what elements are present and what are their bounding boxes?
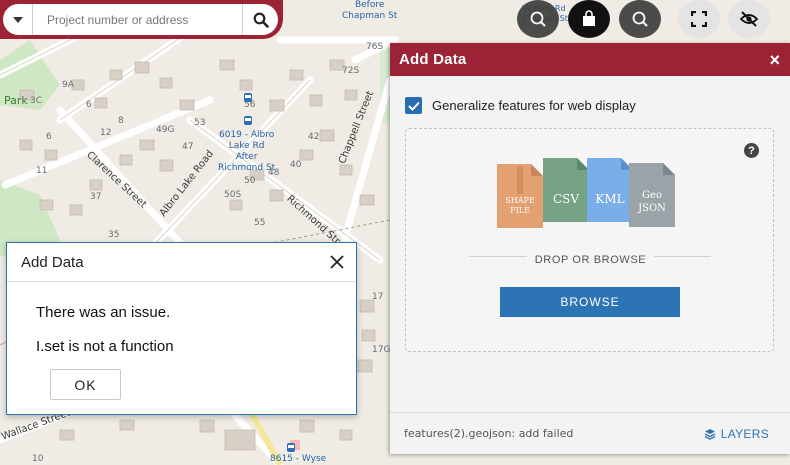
map-number: 49G	[156, 125, 175, 135]
map-number: 6	[46, 132, 52, 142]
kml-label: KML	[595, 192, 625, 206]
map-label-bus-stop-wyse: 8615 - Wyse	[270, 454, 327, 464]
map-number: 11	[36, 166, 48, 176]
chevron-down-icon	[12, 16, 23, 23]
search-bar	[0, 0, 283, 39]
dialog-title: Add Data	[21, 253, 84, 271]
panel-title: Add Data	[399, 51, 467, 68]
map-number: 6	[86, 100, 92, 110]
kml-file-icon: KML	[587, 158, 633, 222]
map-label-bus-stop-albro: 6019 - Albro Lake Rd After Richmond St	[218, 130, 276, 173]
zoom-in-icon	[530, 11, 546, 27]
drop-text: DROP OR BROWSE	[406, 250, 775, 268]
map-number: 10	[32, 454, 44, 464]
geojson-file-icon: Geo JSON	[629, 163, 675, 227]
close-icon	[330, 255, 344, 269]
bus-stop-icon[interactable]	[244, 93, 252, 102]
map-number: 76S	[366, 42, 384, 52]
map-number: 72S	[342, 66, 360, 76]
map-number: 42	[308, 132, 320, 142]
panel-footer: features(2).geojson: add failed LAYERS	[390, 412, 790, 454]
footer-status-text: features(2).geojson: add failed	[404, 427, 574, 440]
map-number: 55	[254, 218, 266, 228]
dialog-header: Add Data	[7, 243, 356, 282]
search-icon	[253, 12, 269, 28]
fullscreen-button[interactable]	[678, 0, 720, 38]
error-dialog: Add Data There was an issue. I.set is no…	[6, 242, 357, 415]
map-number: 50S	[224, 190, 242, 200]
geojson-label: Geo JSON	[638, 190, 666, 214]
bus-stop-icon[interactable]	[244, 116, 252, 125]
layers-icon	[704, 428, 716, 440]
map-number: 35	[108, 230, 120, 240]
shapefile-label: SHAPE FILE	[505, 196, 535, 215]
map-number: 48	[268, 168, 280, 178]
map-number: 37	[90, 192, 102, 202]
search-button[interactable]	[242, 4, 278, 35]
map-label-before-chapman: Before Chapman St	[342, 0, 398, 21]
add-data-panel: Add Data × Generalize features for web d…	[390, 43, 790, 454]
panel-close-icon[interactable]: ×	[769, 51, 780, 69]
panel-header: Add Data ×	[390, 43, 790, 76]
map-number: 17	[372, 292, 384, 302]
fullscreen-icon	[691, 11, 707, 27]
hide-icon	[739, 11, 759, 27]
bus-stop-icon[interactable]	[287, 443, 295, 452]
map-label-park: Park	[4, 94, 28, 107]
drop-or-browse-label: DROP OR BROWSE	[526, 254, 655, 266]
zoom-out-icon	[632, 11, 648, 27]
map-number: 9A	[62, 80, 74, 90]
bag-icon	[583, 10, 595, 26]
map-number: 53	[194, 118, 206, 128]
map-number: 12	[100, 128, 112, 138]
checkmark-icon	[407, 101, 420, 111]
help-icon[interactable]: ?	[744, 143, 759, 158]
generalize-row: Generalize features for web display	[405, 97, 636, 114]
csv-file-icon: CSV	[543, 158, 589, 222]
file-dropzone[interactable]: ? SHAPE FILE CSV KML Geo JSON DROP OR BR…	[405, 128, 774, 352]
hide-button[interactable]	[728, 0, 770, 38]
dialog-message-primary: There was an issue.	[36, 304, 171, 321]
shapefile-file-icon: SHAPE FILE	[497, 164, 543, 228]
dialog-message-error: I.set is not a function	[36, 338, 174, 355]
search-box	[3, 4, 278, 35]
browse-button[interactable]: BROWSE	[500, 287, 680, 317]
map-number: 40	[290, 160, 302, 170]
layers-label: LAYERS	[720, 426, 769, 441]
search-input[interactable]	[33, 4, 242, 35]
generalize-checkbox[interactable]	[405, 97, 422, 114]
map-number: 3C	[30, 96, 43, 106]
ok-button[interactable]: OK	[50, 369, 121, 400]
zoom-out-button[interactable]	[619, 0, 661, 38]
zoom-in-button[interactable]	[517, 0, 559, 38]
csv-label: CSV	[552, 192, 580, 206]
map-number: 47	[182, 142, 194, 152]
layers-link[interactable]: LAYERS	[704, 427, 769, 441]
dialog-close-button[interactable]	[330, 255, 344, 269]
map-number: 50	[244, 176, 256, 186]
map-number: 17G	[372, 345, 391, 355]
bag-button[interactable]	[568, 0, 610, 38]
map-number: 8	[118, 116, 124, 126]
generalize-label: Generalize features for web display	[432, 98, 636, 113]
search-type-dropdown[interactable]	[3, 4, 33, 35]
